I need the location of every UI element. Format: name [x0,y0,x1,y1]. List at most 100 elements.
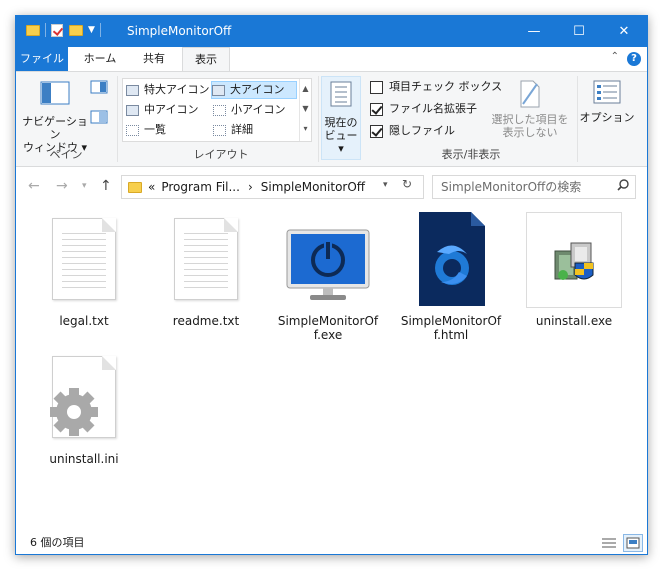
item-checkboxes-toggle[interactable]: 項目チェック ボックス [370,78,502,96]
address-overflow-icon[interactable]: « [148,180,155,194]
file-name: SimpleMonitorOf [400,314,502,328]
layout-gallery: 特大アイコン 大アイコン 中アイコン 小アイコン 一覧 詳細 ▲ ▼ ▾ [122,78,312,142]
current-view-button[interactable]: 現在の ビュー ▾ [321,76,361,160]
properties-icon[interactable] [51,23,63,37]
navigation-bar: ← → ▾ ↑ « Program Fil... › SimpleMonitor… [16,168,647,204]
item-count: 6 個の項目 [30,536,85,549]
uninstaller-icon [526,212,622,308]
hide-selected-icon [520,80,540,108]
collapse-ribbon-icon[interactable]: ⌃ [611,51,619,62]
layout-extra-large-icons[interactable]: 特大アイコン [126,81,210,99]
tab-share[interactable]: 共有 [130,47,178,71]
ribbon-panel: ナビゲーション ウィンドウ ▾ ペイン 特大アイコン 大アイコン 中アイコン 小… [16,71,647,167]
options-button[interactable]: オプション [579,80,635,124]
ribbon-tabs: ファイル ホーム 共有 表示 ⌃ ? [16,47,647,71]
file-item[interactable]: readme.txt [154,212,258,328]
file-item[interactable]: SimpleMonitorOf f.html [399,212,503,342]
checkbox-label: 項目チェック ボックス [389,80,503,93]
file-extensions-checkbox[interactable] [370,102,383,116]
preview-pane-icon[interactable] [90,80,108,97]
recent-locations-icon[interactable]: ▾ [82,181,87,191]
navigation-pane-button[interactable]: ナビゲーション ウィンドウ ▾ [22,80,88,154]
layout-large-icons[interactable]: 大アイコン [211,81,297,99]
layout-item-label: 特大アイコン [144,83,210,96]
tab-home[interactable]: ホーム [76,47,124,71]
item-checkboxes-checkbox[interactable] [370,80,383,94]
back-button[interactable]: ← [28,178,40,194]
file-name: legal.txt [59,314,109,328]
group-divider [117,76,118,162]
text-file-icon [34,212,134,308]
file-name: uninstall.exe [535,314,613,328]
layout-list[interactable]: 一覧 [126,121,210,139]
current-view-icon [330,81,352,107]
tab-file[interactable]: ファイル [16,47,68,71]
file-name-2: f.exe [313,328,343,342]
small-icons-icon [213,104,226,116]
toolbar-divider [45,23,46,37]
new-folder-icon[interactable] [69,24,83,36]
layout-details[interactable]: 詳細 [213,121,297,139]
window-title: SimpleMonitorOff [127,24,232,38]
file-item[interactable]: SimpleMonitorOf f.exe [276,212,380,342]
hide-selected-label: 選択した項目を [491,113,569,126]
search-input[interactable]: SimpleMonitorOffの検索 [432,175,636,199]
address-bar[interactable]: « Program Fil... › SimpleMonitorOff ▾ ↻ [121,175,424,199]
layout-gallery-scroll[interactable]: ▲ ▼ ▾ [299,79,311,141]
details-pane-icon[interactable] [90,110,108,127]
group-divider [577,76,578,162]
layout-item-label: 中アイコン [144,103,199,116]
current-view-label-2: ビュー ▾ [324,129,358,155]
layout-medium-icons[interactable]: 中アイコン [126,101,210,119]
search-icon[interactable] [617,179,629,194]
hide-selected-button[interactable]: 選択した項目を 表示しない [490,80,570,139]
browser-document-icon [401,212,501,308]
forward-button[interactable]: → [56,178,68,194]
details-icon [213,124,226,136]
large-icons-view-icon[interactable] [623,534,643,552]
refresh-icon[interactable]: ↻ [402,177,412,191]
file-item[interactable]: uninstall.ini [32,350,136,466]
toolbar-divider [99,23,101,37]
file-name: uninstall.ini [49,452,119,466]
layout-item-label: 小アイコン [231,103,286,116]
group-divider [318,76,319,162]
settings-file-icon [34,350,134,446]
file-name: readme.txt [172,314,240,328]
file-list: legal.txt readme.txt SimpleMonitorOf f.e… [16,204,647,524]
maximize-button[interactable]: ☐ [556,16,602,47]
file-extensions-toggle[interactable]: ファイル名拡張子 [370,100,477,118]
text-file-icon [156,212,256,308]
options-label: オプション [579,111,635,124]
status-bar: 6 個の項目 [16,532,647,554]
help-icon[interactable]: ? [627,52,641,66]
layout-item-label: 大アイコン [230,83,285,96]
layout-small-icons[interactable]: 小アイコン [213,101,297,119]
tab-view[interactable]: 表示 [182,47,230,71]
showhide-group-label: 表示/非表示 [441,148,501,161]
hidden-files-checkbox[interactable] [370,124,383,138]
address-history-icon[interactable]: ▾ [383,180,388,190]
file-item[interactable]: uninstall.exe [522,212,626,328]
checkbox-label: ファイル名拡張子 [389,102,477,115]
hide-selected-label-2: 表示しない [502,126,558,139]
hidden-files-toggle[interactable]: 隠しファイル [370,122,455,140]
minimize-button[interactable]: — [511,16,557,47]
up-button[interactable]: ↑ [100,178,112,194]
chevron-right-icon[interactable]: › [248,180,253,194]
breadcrumb-program-files[interactable]: Program Fil... [161,180,240,194]
options-icon [593,80,621,104]
monitor-power-icon [278,212,378,308]
layout-item-label: 詳細 [231,123,253,136]
navigation-pane-label: ナビゲーション [22,115,88,141]
checkbox-label: 隠しファイル [389,124,455,137]
breadcrumb-current[interactable]: SimpleMonitorOff [261,180,365,194]
large-icons-icon [212,84,225,96]
folder-icon [128,181,142,193]
details-view-icon[interactable] [601,536,617,558]
file-name-2: f.html [433,328,469,342]
customize-toolbar-icon[interactable]: ▼ [88,25,95,35]
close-button[interactable]: ✕ [601,16,647,47]
explorer-window: ▼ SimpleMonitorOff — ☐ ✕ ファイル ホーム 共有 表示 … [15,15,648,555]
file-item[interactable]: legal.txt [32,212,136,328]
